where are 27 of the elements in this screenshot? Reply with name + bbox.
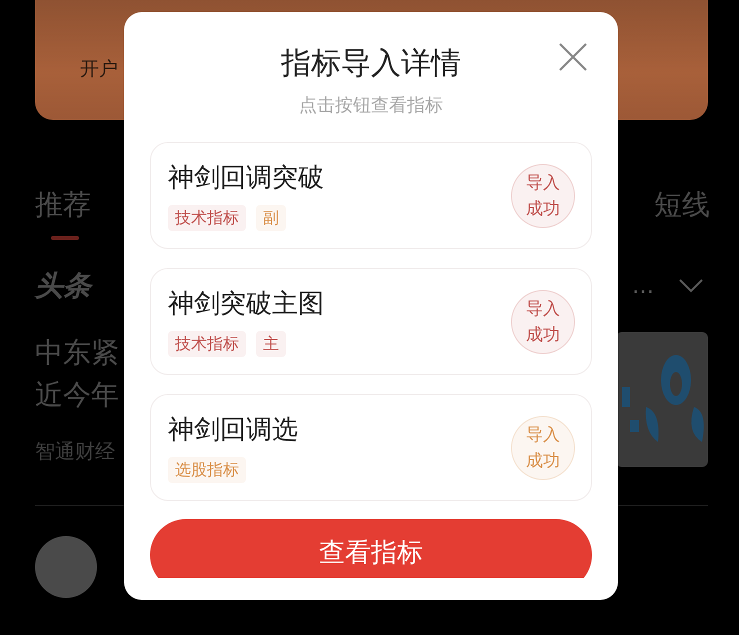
indicator-name: 神剑回调突破 xyxy=(168,162,324,194)
indicator-tag: 技术指标 xyxy=(168,330,246,356)
close-icon[interactable] xyxy=(558,42,588,72)
article-title[interactable]: 近今年 xyxy=(35,374,119,416)
indicator-card[interactable]: 神剑突破主图 技术指标 主 导入成功 xyxy=(150,268,592,375)
section-logo: 头条 xyxy=(35,268,91,304)
indicator-name: 神剑突破主图 xyxy=(168,288,324,320)
indicator-tag: 主 xyxy=(256,330,286,356)
more-text[interactable]: … xyxy=(632,274,654,298)
status-badge: 导入成功 xyxy=(511,416,575,480)
tab[interactable]: 短线 xyxy=(654,186,710,240)
indicator-name: 神剑回调选 xyxy=(168,414,298,446)
indicator-card[interactable]: 神剑回调突破 技术指标 副 导入成功 xyxy=(150,142,592,249)
dialog-subtitle: 点击按钮查看指标 xyxy=(299,94,443,118)
dialog-title: 指标导入详情 xyxy=(281,45,461,83)
indicator-tag: 技术指标 xyxy=(168,204,246,230)
banner-text: 开户 xyxy=(80,57,118,82)
status-badge: 导入成功 xyxy=(511,290,575,354)
indicator-card[interactable]: 神剑回调选 选股指标 导入成功 xyxy=(150,394,592,501)
indicator-tag: 副 xyxy=(256,204,286,230)
article-title[interactable]: 中东紧 xyxy=(35,332,119,374)
status-badge: 导入成功 xyxy=(511,164,575,228)
indicator-tag: 选股指标 xyxy=(168,456,246,482)
chevron-down-icon[interactable] xyxy=(678,278,704,294)
view-indicators-button[interactable]: 查看指标 xyxy=(150,519,592,578)
tab[interactable]: 推荐 xyxy=(35,186,91,240)
article-source: 智通财经 xyxy=(35,438,116,465)
